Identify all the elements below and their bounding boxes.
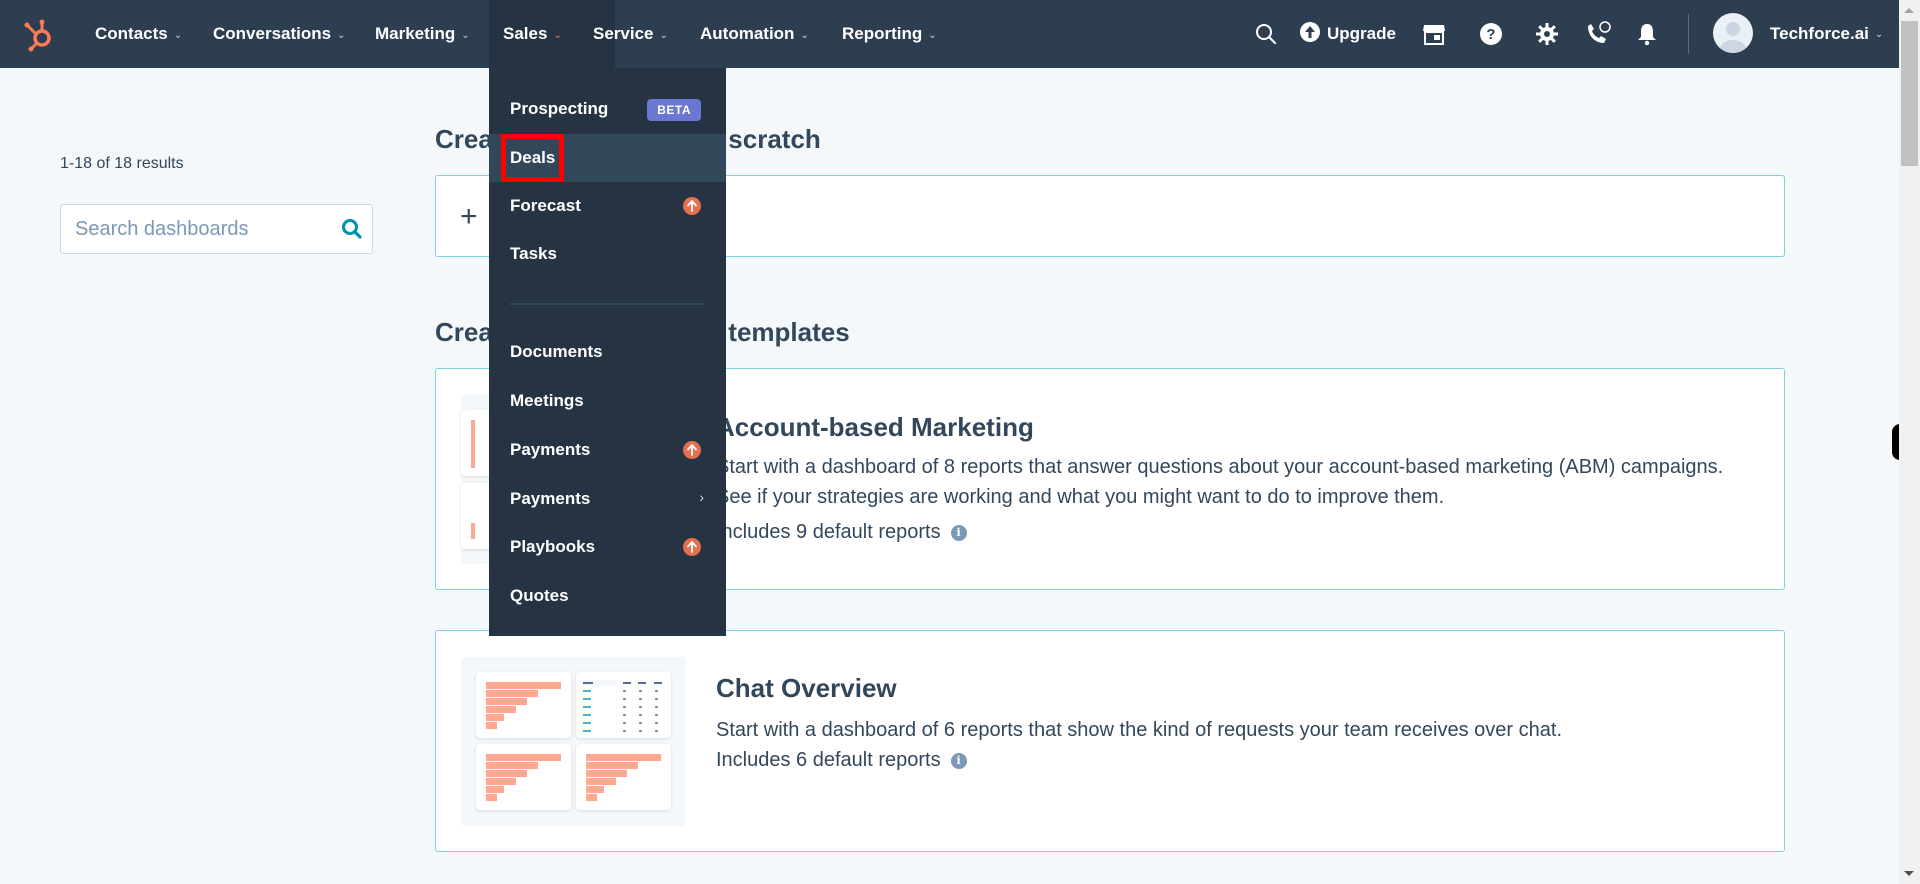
- template-meta: Includes 9 default reports i: [716, 521, 967, 544]
- menu-item-label: Meetings: [510, 391, 584, 410]
- scrollbar-thumb[interactable]: [1901, 21, 1918, 166]
- info-icon[interactable]: i: [950, 752, 967, 769]
- nav-label: Conversations: [213, 24, 332, 43]
- search-icon[interactable]: [340, 217, 364, 241]
- account-name: Techforce.ai: [1770, 24, 1869, 43]
- upgrade-arrow-icon: [683, 197, 701, 215]
- phone-icon[interactable]: [1584, 20, 1612, 48]
- nav-label: Automation: [700, 24, 795, 43]
- scroll-down-arrow-icon[interactable]: [1904, 871, 1914, 876]
- menu-item-label: Forecast: [510, 196, 581, 215]
- menu-item-tasks[interactable]: Tasks: [489, 230, 726, 278]
- nav-divider: [1688, 14, 1689, 54]
- help-icon[interactable]: ?: [1477, 20, 1505, 48]
- menu-item-label: Payments: [510, 489, 591, 508]
- nav-service[interactable]: Service ⌄: [593, 0, 668, 68]
- vertical-scrollbar[interactable]: [1899, 0, 1920, 884]
- template-description: Start with a dashboard of 8 reports that…: [716, 456, 1724, 508]
- menu-item-label: Documents: [510, 342, 603, 361]
- sales-dropdown-menu: Prospecting BETA Deals Forecast Tasks Do…: [489, 68, 726, 636]
- nav-automation[interactable]: Automation ⌄: [700, 0, 809, 68]
- nav-marketing[interactable]: Marketing ⌄: [375, 0, 470, 68]
- menu-item-quotes[interactable]: Quotes: [489, 572, 726, 620]
- menu-item-playbooks[interactable]: Playbooks: [489, 523, 726, 571]
- nav-reporting[interactable]: Reporting ⌄: [842, 0, 937, 68]
- menu-item-label: Quotes: [510, 586, 569, 605]
- thumbnail-bar-chart: [576, 744, 671, 810]
- nav-contacts[interactable]: Contacts ⌄: [95, 0, 182, 68]
- chevron-down-icon: ⌄: [1874, 28, 1884, 40]
- menu-item-deals[interactable]: Deals: [489, 134, 726, 182]
- menu-item-prospecting[interactable]: Prospecting BETA: [489, 85, 726, 133]
- menu-item-forecast[interactable]: Forecast: [489, 182, 726, 230]
- thumbnail-table: [576, 672, 671, 738]
- nav-conversations[interactable]: Conversations ⌄: [213, 0, 345, 68]
- thumbnail-bar-chart: [476, 672, 571, 738]
- info-icon[interactable]: i: [950, 524, 967, 541]
- chevron-down-icon: ⌄: [800, 29, 809, 41]
- scroll-up-arrow-icon[interactable]: [1904, 8, 1914, 13]
- template-thumbnail: [461, 657, 686, 826]
- avatar[interactable]: [1713, 13, 1753, 53]
- search-icon[interactable]: [1252, 20, 1280, 48]
- nav-label: Sales: [503, 24, 548, 43]
- menu-item-payments-submenu[interactable]: Payments ›: [489, 475, 726, 523]
- beta-badge: BETA: [647, 99, 701, 121]
- bell-icon[interactable]: [1633, 20, 1661, 48]
- upgrade-label: Upgrade: [1327, 24, 1396, 43]
- template-card-chat-overview[interactable]: Chat Overview Start with a dashboard of …: [435, 630, 1785, 852]
- gear-icon[interactable]: [1533, 20, 1561, 48]
- search-dashboards-input[interactable]: [75, 217, 340, 241]
- chevron-down-icon: ⌄: [337, 29, 346, 41]
- search-dashboards-field[interactable]: [60, 204, 373, 254]
- upgrade-button[interactable]: Upgrade: [1299, 20, 1396, 48]
- top-navigation: Contacts ⌄ Conversations ⌄ Marketing ⌄ S…: [0, 0, 1899, 68]
- template-title: Account-based Marketing: [716, 412, 1034, 442]
- menu-item-label: Deals: [510, 148, 556, 167]
- chevron-down-icon: ⌄: [461, 29, 470, 41]
- chevron-down-icon: ⌄: [173, 29, 183, 41]
- nav-label: Service: [593, 24, 654, 43]
- menu-item-label: Playbooks: [510, 537, 596, 556]
- nav-label: Contacts: [95, 24, 168, 43]
- hubspot-logo-icon[interactable]: [22, 16, 58, 52]
- chevron-down-icon: ⌄: [553, 29, 562, 41]
- menu-item-label: Tasks: [510, 244, 557, 263]
- menu-item-payments[interactable]: Payments: [489, 426, 726, 474]
- results-count: 1-18 of 18 results: [60, 155, 184, 172]
- chevron-down-icon: ⌄: [659, 29, 668, 41]
- template-description: Start with a dashboard of 6 reports that…: [716, 719, 1562, 741]
- template-report-count: Includes 9 default reports: [716, 521, 941, 543]
- thumbnail-bar-chart: [476, 744, 571, 810]
- upgrade-arrow-icon: [683, 441, 701, 459]
- menu-item-label: Prospecting: [510, 99, 609, 118]
- template-title: Chat Overview: [716, 673, 897, 703]
- menu-divider: [510, 303, 705, 305]
- upgrade-arrow-icon: [683, 538, 701, 556]
- chevron-down-icon: ⌄: [928, 29, 937, 41]
- menu-item-label: Payments: [510, 440, 591, 459]
- marketplace-icon[interactable]: [1420, 20, 1448, 48]
- menu-item-documents[interactable]: Documents: [489, 328, 726, 376]
- menu-item-meetings[interactable]: Meetings: [489, 377, 726, 425]
- template-meta: Includes 6 default reports i: [716, 749, 967, 772]
- chevron-right-icon: ›: [699, 489, 704, 505]
- template-report-count: Includes 6 default reports: [716, 749, 941, 771]
- nav-label: Reporting: [842, 24, 923, 43]
- account-menu[interactable]: Techforce.ai ⌄: [1770, 0, 1883, 68]
- plus-icon: +: [460, 200, 478, 233]
- svg-text:?: ?: [1486, 26, 1495, 43]
- nav-label: Marketing: [375, 24, 456, 43]
- upgrade-arrow-icon: [1299, 21, 1321, 48]
